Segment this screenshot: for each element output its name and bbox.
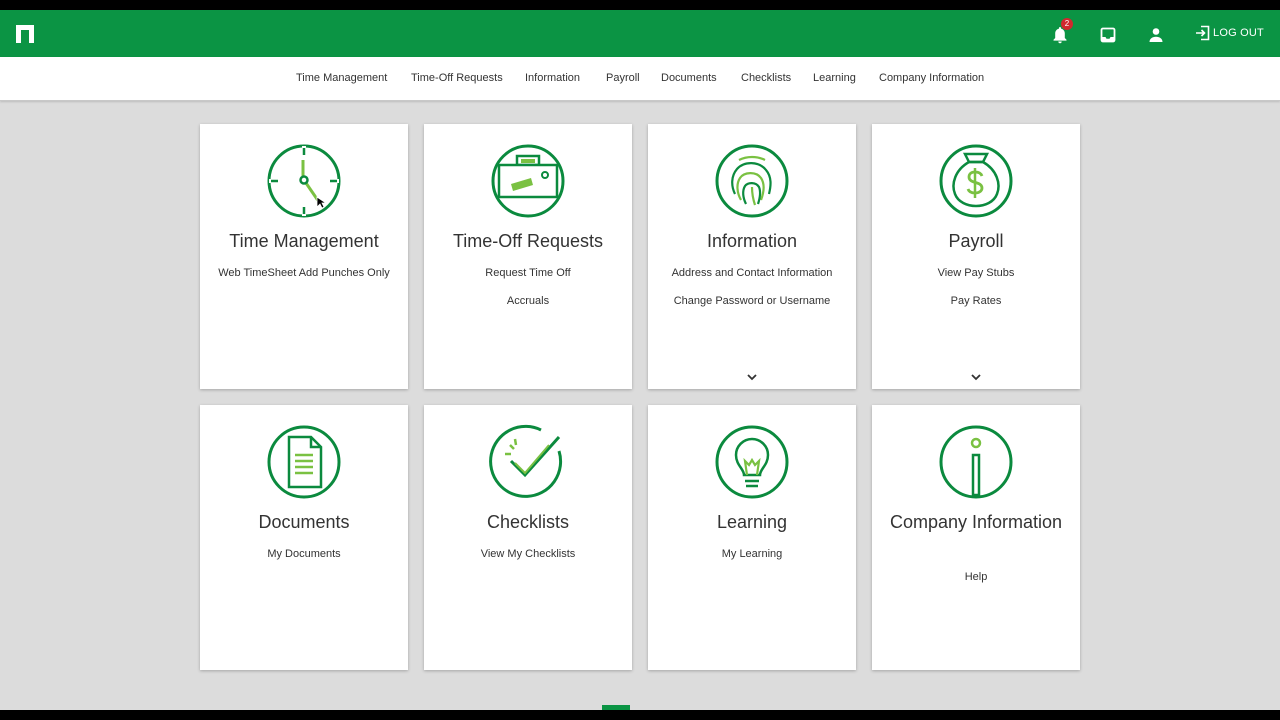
card-links: Request Time Off Accruals	[442, 267, 614, 323]
nav-item-payroll[interactable]: Payroll	[606, 72, 640, 84]
fingerprint-icon	[715, 144, 789, 218]
top-bar: 2 LOG OUT	[0, 10, 1280, 57]
mouse-cursor-icon	[316, 196, 326, 209]
notification-count-badge: 2	[1061, 18, 1073, 30]
inbox-icon	[1100, 27, 1116, 43]
card-time-management[interactable]: Time Management Web TimeSheet Add Punche…	[200, 124, 408, 389]
link-view-pay-stubs[interactable]: View Pay Stubs	[890, 267, 1062, 280]
lightbulb-icon	[715, 425, 789, 499]
link-web-timesheet[interactable]: Web TimeSheet Add Punches Only	[218, 267, 390, 280]
profile-button[interactable]	[1145, 24, 1167, 46]
nav-item-checklists[interactable]: Checklists	[741, 72, 791, 84]
suitcase-icon	[491, 144, 565, 218]
inbox-button[interactable]	[1097, 24, 1119, 46]
logout-button[interactable]: LOG OUT	[1195, 25, 1264, 41]
notifications-button[interactable]: 2	[1049, 18, 1073, 46]
link-view-my-checklists[interactable]: View My Checklists	[442, 548, 614, 561]
nav-item-company-information[interactable]: Company Information	[879, 72, 984, 84]
nav-item-time-management[interactable]: Time Management	[296, 72, 387, 84]
link-help[interactable]: Help	[890, 571, 1062, 584]
link-change-password[interactable]: Change Password or Username	[666, 295, 838, 308]
card-information[interactable]: Information Address and Contact Informat…	[648, 124, 856, 389]
nav-item-documents[interactable]: Documents	[661, 72, 717, 84]
money-bag-icon	[939, 144, 1013, 218]
nav-item-information[interactable]: Information	[525, 72, 580, 84]
card-links: My Learning	[666, 548, 838, 576]
card-title[interactable]: Information	[656, 230, 848, 252]
card-documents[interactable]: Documents My Documents	[200, 405, 408, 670]
document-icon	[267, 425, 341, 499]
card-links: View My Checklists	[442, 548, 614, 576]
card-links: My Documents	[218, 548, 390, 576]
nav-item-learning[interactable]: Learning	[813, 72, 856, 84]
link-accruals[interactable]: Accruals	[442, 295, 614, 308]
card-title[interactable]: Payroll	[880, 230, 1072, 252]
chevron-down-icon[interactable]	[970, 371, 982, 383]
card-links: View Pay Stubs Pay Rates	[890, 267, 1062, 323]
card-links: Web TimeSheet Add Punches Only	[218, 267, 390, 295]
bottom-tab-handle[interactable]	[602, 705, 630, 710]
card-company-information[interactable]: Company Information Help	[872, 405, 1080, 670]
card-time-off-requests[interactable]: Time-Off Requests Request Time Off Accru…	[424, 124, 632, 389]
card-checklists[interactable]: Checklists View My Checklists	[424, 405, 632, 670]
nav-item-time-off-requests[interactable]: Time-Off Requests	[411, 72, 503, 84]
logout-icon	[1196, 25, 1210, 41]
card-payroll[interactable]: Payroll View Pay Stubs Pay Rates	[872, 124, 1080, 389]
card-title[interactable]: Time Management	[208, 230, 400, 252]
link-pay-rates[interactable]: Pay Rates	[890, 295, 1062, 308]
app-frame: 2 LOG OUT Time Management Time-Off Reque…	[0, 10, 1280, 710]
link-address-contact[interactable]: Address and Contact Information	[666, 267, 838, 280]
link-my-documents[interactable]: My Documents	[218, 548, 390, 561]
module-nav: Time Management Time-Off Requests Inform…	[0, 57, 1280, 101]
card-links: Help	[890, 571, 1062, 599]
info-icon	[939, 425, 1013, 499]
paycom-logo-icon[interactable]	[16, 25, 34, 43]
card-title[interactable]: Learning	[656, 511, 848, 533]
checkmark-icon	[489, 424, 563, 498]
card-title[interactable]: Documents	[208, 511, 400, 533]
card-title[interactable]: Time-Off Requests	[432, 230, 624, 252]
card-learning[interactable]: Learning My Learning	[648, 405, 856, 670]
link-my-learning[interactable]: My Learning	[666, 548, 838, 561]
person-icon	[1149, 28, 1163, 42]
chevron-down-icon[interactable]	[746, 371, 758, 383]
clock-icon	[267, 144, 341, 218]
card-links: Address and Contact Information Change P…	[666, 267, 838, 323]
card-title[interactable]: Checklists	[432, 511, 624, 533]
card-title[interactable]: Company Information	[880, 511, 1072, 533]
logout-label: LOG OUT	[1213, 27, 1264, 39]
link-request-time-off[interactable]: Request Time Off	[442, 267, 614, 280]
